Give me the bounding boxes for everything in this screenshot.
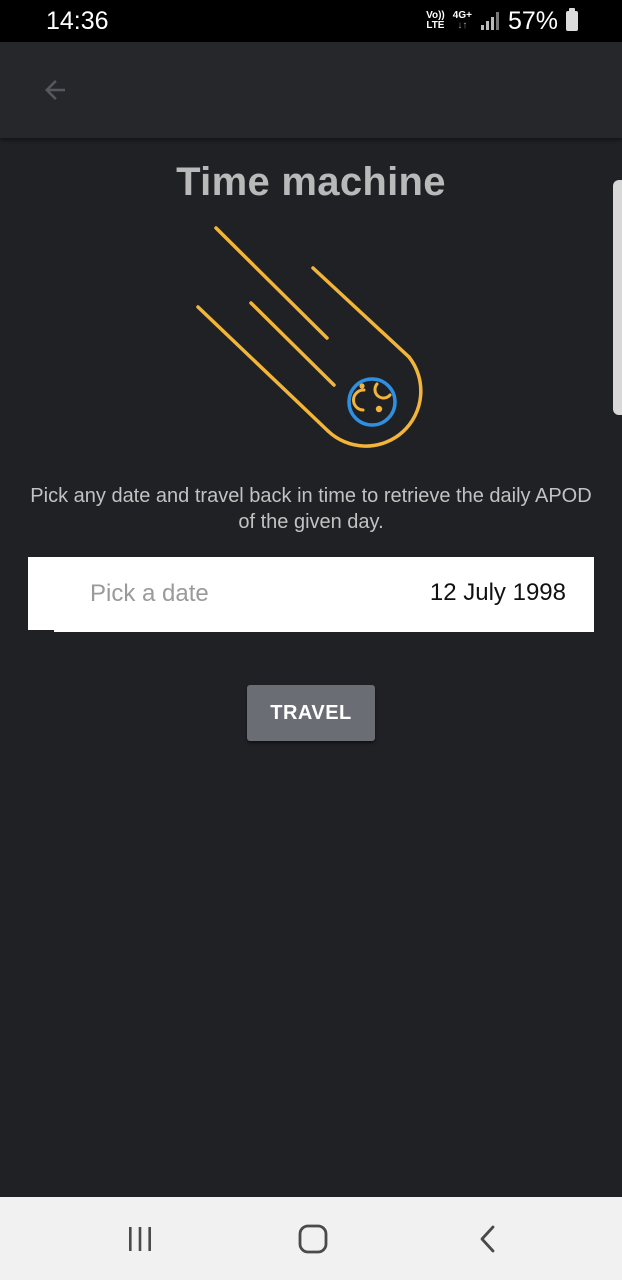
recents-icon bbox=[129, 1227, 151, 1251]
system-back-button[interactable] bbox=[464, 1217, 512, 1261]
battery-percent: 57% bbox=[507, 6, 558, 35]
page-title: Time machine bbox=[176, 160, 446, 204]
date-field-label: Pick a date bbox=[90, 580, 209, 607]
date-picker-field[interactable]: Pick a date 12 July 1998 bbox=[28, 557, 594, 632]
network-arrows: ↓↑ bbox=[457, 20, 468, 31]
arrow-left-icon bbox=[45, 80, 65, 100]
status-time: 14:36 bbox=[46, 7, 109, 35]
lte-label: LTE bbox=[426, 20, 445, 31]
status-icons: Vo)) LTE 4G+ ↓↑ 57% bbox=[426, 6, 578, 36]
scrollbar[interactable] bbox=[613, 180, 622, 415]
date-field-value: 12 July 1998 bbox=[429, 579, 566, 606]
volte-indicator: Vo)) LTE bbox=[426, 11, 445, 31]
description-text: Pick any date and travel back in time to… bbox=[30, 485, 592, 533]
back-button[interactable] bbox=[30, 65, 80, 115]
home-icon bbox=[298, 1224, 328, 1254]
navigation-bar bbox=[0, 1197, 622, 1280]
status-bar: 14:36 Vo)) LTE 4G+ ↓↑ 57% bbox=[0, 0, 622, 42]
field-underline bbox=[28, 630, 54, 632]
recents-button[interactable] bbox=[116, 1217, 164, 1261]
time-machine-screen: 14:36 Vo)) LTE 4G+ ↓↑ 57% Time machine P… bbox=[0, 0, 622, 1280]
app-bar bbox=[0, 42, 622, 138]
comet-icon bbox=[196, 226, 423, 448]
battery-icon bbox=[566, 8, 578, 31]
signal-icon bbox=[480, 12, 499, 30]
network-indicator: 4G+ ↓↑ bbox=[453, 11, 472, 31]
home-button[interactable] bbox=[289, 1217, 337, 1261]
back-icon bbox=[480, 1225, 495, 1253]
travel-button[interactable]: TRAVEL bbox=[247, 685, 375, 741]
